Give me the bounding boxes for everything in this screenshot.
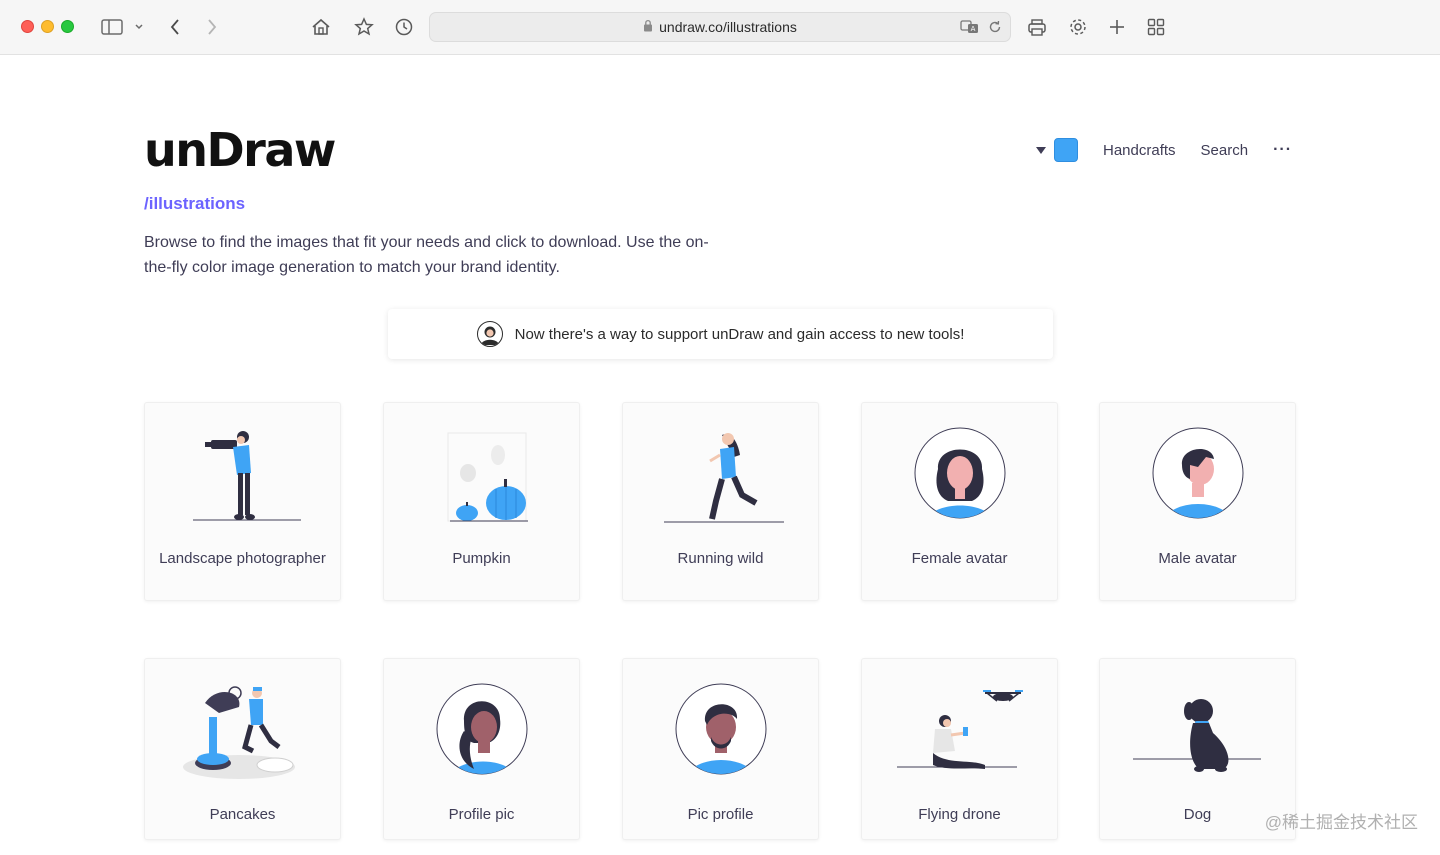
address-bar[interactable]: undraw.co/illustrations A bbox=[429, 12, 1011, 42]
page-subpath: /illustrations bbox=[144, 194, 246, 213]
card-label: Flying drone bbox=[918, 806, 1001, 823]
lock-icon bbox=[643, 19, 653, 35]
male-avatar-illustration bbox=[1100, 425, 1295, 549]
watermark: @稀土掘金技术社区 bbox=[1264, 813, 1418, 832]
gear-icon[interactable] bbox=[1067, 14, 1089, 40]
card-label: Female avatar bbox=[911, 550, 1008, 567]
close-window-button[interactable] bbox=[21, 20, 34, 33]
sidebar-toggle-icon[interactable] bbox=[100, 14, 124, 40]
illustration-card[interactable]: Running wild bbox=[622, 402, 819, 601]
dog-illustration bbox=[1100, 681, 1295, 805]
illustration-card[interactable]: Pumpkin bbox=[383, 402, 580, 601]
profile-pic-illustration bbox=[384, 681, 579, 805]
card-label: Pancakes bbox=[209, 806, 276, 823]
more-menu-icon[interactable]: ··· bbox=[1273, 141, 1292, 159]
site-logo[interactable]: unDraw bbox=[144, 122, 336, 178]
translate-icon[interactable]: A bbox=[960, 19, 980, 40]
pic-profile-illustration bbox=[623, 681, 818, 805]
color-picker-swatch[interactable] bbox=[1054, 138, 1078, 162]
pumpkin-illustration bbox=[384, 425, 579, 549]
banner-text: Now there's a way to support unDraw and … bbox=[514, 325, 965, 343]
photographer-illustration bbox=[145, 425, 340, 549]
illustration-card[interactable]: Pic profile bbox=[622, 658, 819, 840]
back-icon[interactable] bbox=[166, 14, 184, 40]
chevron-down-icon[interactable] bbox=[133, 14, 145, 40]
card-label: Dog bbox=[1183, 806, 1212, 823]
illustration-card[interactable]: Male avatar bbox=[1099, 402, 1296, 601]
history-icon[interactable] bbox=[393, 14, 415, 40]
illustration-card[interactable]: Profile pic bbox=[383, 658, 580, 840]
page-description: Browse to find the images that fit your … bbox=[144, 234, 709, 276]
top-nav: Handcrafts Search ··· bbox=[1036, 137, 1292, 163]
svg-text:A: A bbox=[971, 25, 976, 33]
browser-toolbar: undraw.co/illustrations A bbox=[0, 0, 1440, 55]
forward-icon[interactable] bbox=[203, 14, 221, 40]
nav-link-handcrafts[interactable]: Handcrafts bbox=[1103, 142, 1176, 159]
illustration-card[interactable]: Pancakes bbox=[144, 658, 341, 840]
illustration-card[interactable]: Female avatar bbox=[861, 402, 1058, 601]
card-label: Pic profile bbox=[687, 806, 754, 823]
caret-down-icon[interactable] bbox=[1036, 146, 1046, 154]
star-icon[interactable] bbox=[353, 14, 375, 40]
tab-overview-icon[interactable] bbox=[1146, 14, 1166, 40]
new-tab-icon[interactable] bbox=[1107, 14, 1127, 40]
minimize-window-button[interactable] bbox=[41, 20, 54, 33]
nav-link-search[interactable]: Search bbox=[1201, 142, 1249, 159]
card-label: Male avatar bbox=[1158, 550, 1237, 567]
card-label: Profile pic bbox=[448, 806, 515, 823]
url-text: undraw.co/illustrations bbox=[659, 19, 797, 35]
running-illustration bbox=[623, 425, 818, 549]
support-banner[interactable]: Now there's a way to support unDraw and … bbox=[388, 309, 1053, 359]
print-icon[interactable] bbox=[1026, 14, 1048, 40]
card-label: Landscape photographer bbox=[159, 550, 326, 567]
zoom-window-button[interactable] bbox=[61, 20, 74, 33]
female-avatar-illustration bbox=[862, 425, 1057, 549]
home-icon[interactable] bbox=[310, 14, 332, 40]
illustration-card[interactable]: Landscape photographer bbox=[144, 402, 341, 601]
drone-illustration bbox=[862, 681, 1057, 805]
card-label: Running wild bbox=[677, 550, 764, 567]
avatar-icon bbox=[476, 321, 503, 347]
illustration-card[interactable]: Flying drone bbox=[861, 658, 1058, 840]
reload-icon[interactable] bbox=[988, 20, 1002, 39]
card-label: Pumpkin bbox=[452, 550, 511, 567]
pancakes-illustration bbox=[145, 681, 340, 805]
